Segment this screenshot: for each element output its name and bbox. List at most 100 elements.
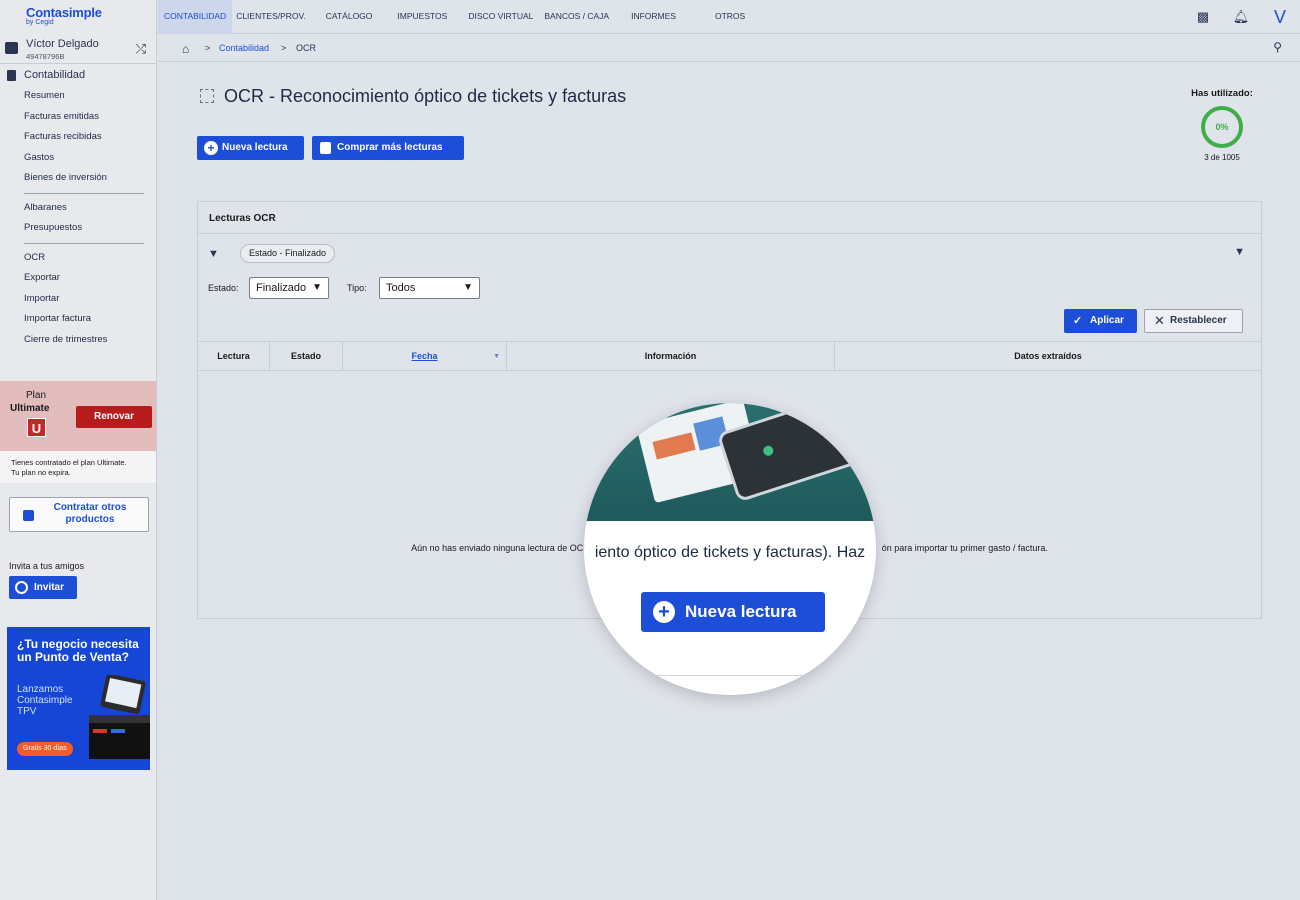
plan-note-line1: Tienes contratado el plan Ultimate. <box>11 458 127 467</box>
magnified-new-reading-button[interactable]: + Nueva lectura <box>641 592 825 632</box>
chevron-down-icon: ▼ <box>312 282 322 293</box>
chevron-right-icon: > <box>205 43 211 53</box>
tipo-label: Tipo: <box>347 283 367 293</box>
filter-toggle-icon[interactable]: ▼ <box>1234 246 1245 258</box>
invite-text: Invita a tus amigos <box>9 561 85 571</box>
user-box[interactable]: Víctor Delgado 49478796B ⤮ <box>0 34 156 64</box>
sidebar-section-label: Contabilidad <box>24 69 86 81</box>
sidebar-item-exportar[interactable]: Exportar <box>0 268 156 289</box>
tab-bancos-caja[interactable]: BANCOS / CAJA <box>538 0 620 34</box>
apply-button[interactable]: ✓ Aplicar <box>1064 309 1137 333</box>
camera-dot <box>761 444 775 458</box>
user-id: 49478796B <box>26 52 65 61</box>
sidebar-item-albaranes[interactable]: Albaranes <box>0 198 156 219</box>
sidebar-item-resumen[interactable]: Resumen <box>0 86 156 107</box>
new-reading-button[interactable]: + Nueva lectura <box>197 136 304 160</box>
bag-icon <box>320 142 331 154</box>
sidebar-section-header: Contabilidad <box>0 64 156 86</box>
chevron-right-icon: > <box>281 43 287 53</box>
tipo-select-value: Todos <box>386 282 416 294</box>
ad-cta[interactable]: Gratis 30 días <box>17 742 73 756</box>
app-logo-icon[interactable]: V <box>1260 7 1300 28</box>
tab-contabilidad[interactable]: CONTABILIDAD <box>158 0 233 34</box>
tab-informes[interactable]: INFORMES <box>620 0 707 34</box>
sidebar-item-ocr[interactable]: OCR <box>0 248 156 269</box>
buy-readings-button[interactable]: Comprar más lecturas <box>312 136 464 160</box>
brand-logo[interactable]: Contasimple by Cegid <box>0 0 157 34</box>
sidebar-item-importar-factura[interactable]: Importar factura <box>0 309 156 330</box>
magnified-new-reading-label: Nueva lectura <box>685 602 797 621</box>
tab-impuestos[interactable]: IMPUESTOS <box>386 0 458 34</box>
document-icon <box>7 70 16 81</box>
usage-indicator: Has utilizado: 0% 3 de 1005 <box>1180 88 1264 162</box>
divider <box>584 675 876 676</box>
tpv-ad-banner[interactable]: ¿Tu negocio necesita un Punto de Venta? … <box>7 627 150 770</box>
column-header-lectura[interactable]: Lectura <box>198 342 270 370</box>
scan-icon <box>200 89 214 103</box>
top-bar: Contasimple by Cegid CONTABILIDAD CLIENT… <box>0 0 1300 34</box>
magnifier-overlay: iento óptico de tickets y facturas). Haz… <box>584 403 876 695</box>
tab-clientes[interactable]: CLIENTES/PROV. <box>232 0 310 34</box>
filter-clear-icon[interactable]: ▼ <box>208 248 219 260</box>
ad-body: Lanzamos Contasimple TPV <box>17 684 73 717</box>
divider <box>24 242 144 244</box>
plan-name: Ultimate <box>10 403 50 414</box>
contratar-button[interactable]: Contratar otros productos <box>9 497 149 532</box>
sidebar-item-facturas-recibidas[interactable]: Facturas recibidas <box>0 127 156 148</box>
sidebar: Víctor Delgado 49478796B ⤮ Contabilidad … <box>0 34 157 900</box>
reset-button[interactable]: ✕ Restablecer <box>1144 309 1243 333</box>
column-header-fecha-label: Fecha <box>411 351 438 361</box>
empty-state-left: Aún no has enviado ninguna lectura de OC… <box>411 543 590 553</box>
tab-disco-virtual[interactable]: DISCO VIRTUAL <box>458 0 538 34</box>
breadcrumb-section[interactable]: Contabilidad <box>219 43 269 53</box>
chevron-down-icon: ▼ <box>463 282 473 293</box>
bell-icon[interactable]: 🔔︎ <box>1222 9 1260 25</box>
brand-name: Contasimple <box>26 5 102 20</box>
breadcrumb: ⌂ > Contabilidad > OCR ⚲ <box>158 34 1300 62</box>
close-icon: ✕ <box>1154 313 1165 328</box>
new-reading-label: Nueva lectura <box>222 142 288 153</box>
sidebar-menu: Resumen Facturas emitidas Facturas recib… <box>0 86 156 350</box>
sidebar-item-cierre-trimestres[interactable]: Cierre de trimestres <box>0 330 156 351</box>
help-icon[interactable]: ▩ <box>1184 9 1222 25</box>
page-title: OCR - Reconocimiento óptico de tickets y… <box>200 86 626 107</box>
sidebar-item-facturas-emitidas[interactable]: Facturas emitidas <box>0 107 156 128</box>
empty-state-right: ón para importar tu primer gasto / factu… <box>881 543 1048 553</box>
top-nav: CONTABILIDAD CLIENTES/PROV. CATÁLOGO IMP… <box>158 0 753 34</box>
page-title-text: OCR - Reconocimiento óptico de tickets y… <box>224 86 627 106</box>
plus-circle-icon: + <box>204 141 218 155</box>
column-header-fecha[interactable]: Fecha ▼ <box>343 342 507 370</box>
column-header-datos-extraidos[interactable]: Datos extraídos <box>835 342 1261 370</box>
breadcrumb-current: OCR <box>296 43 316 53</box>
sidebar-item-importar[interactable]: Importar <box>0 289 156 310</box>
contratar-label: Contratar otros productos <box>53 502 127 525</box>
apply-label: Aplicar <box>1090 315 1124 326</box>
search-icon[interactable]: ⚲ <box>1273 40 1282 54</box>
estado-select[interactable]: Finalizado ▼ <box>249 277 329 299</box>
tipo-select[interactable]: Todos ▼ <box>379 277 480 299</box>
plan-box: Plan Ultimate U Renovar <box>0 381 156 451</box>
invite-button[interactable]: Invitar <box>9 576 77 599</box>
divider <box>24 192 144 194</box>
home-icon[interactable]: ⌂ <box>182 42 189 56</box>
ocr-illustration <box>584 403 876 521</box>
magnified-text: iento óptico de tickets y facturas). Haz <box>594 544 866 561</box>
shuffle-icon[interactable]: ⤮ <box>136 41 146 57</box>
tab-catalogo[interactable]: CATÁLOGO <box>310 0 387 34</box>
sidebar-item-presupuestos[interactable]: Presupuestos <box>0 218 156 239</box>
sidebar-item-gastos[interactable]: Gastos <box>0 148 156 169</box>
tab-otros[interactable]: OTROS <box>707 0 753 34</box>
plan-badge: U <box>27 418 46 437</box>
user-name: Víctor Delgado <box>26 38 99 50</box>
filter-chip[interactable]: Estado - Finalizado <box>240 244 336 263</box>
renew-button[interactable]: Renovar <box>76 406 152 428</box>
plus-circle-icon: + <box>653 601 675 623</box>
pos-terminal-image <box>89 675 150 759</box>
usage-count: 3 de 1005 <box>1204 153 1240 162</box>
ad-headline: ¿Tu negocio necesita un Punto de Venta? <box>17 637 139 664</box>
column-header-estado[interactable]: Estado <box>270 342 343 370</box>
column-header-informacion[interactable]: Información <box>507 342 835 370</box>
chart-shape <box>652 432 696 460</box>
sidebar-item-bienes-inversion[interactable]: Bienes de inversión <box>0 168 156 189</box>
user-card-icon <box>5 42 18 54</box>
